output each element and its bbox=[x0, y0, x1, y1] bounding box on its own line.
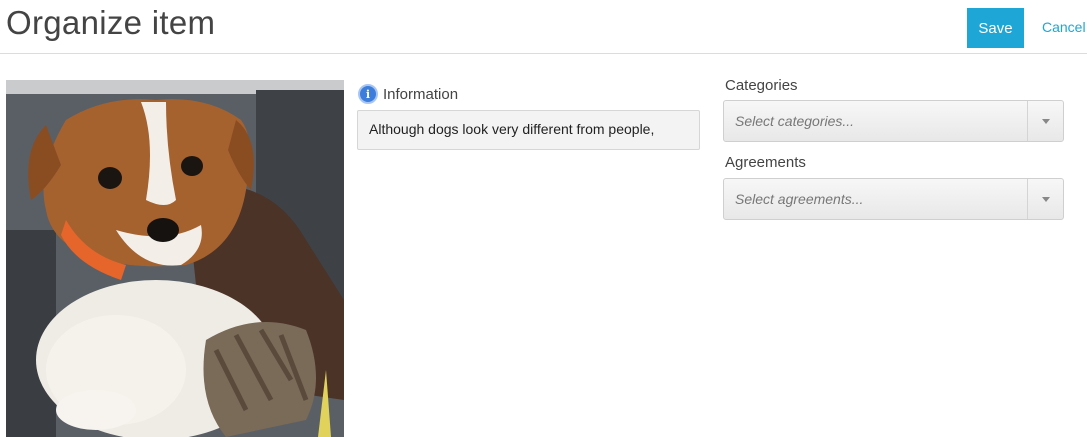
info-circle-icon[interactable]: i bbox=[358, 84, 378, 104]
page-header: Organize item Save Cancel bbox=[0, 0, 1087, 54]
cancel-link[interactable]: Cancel bbox=[1042, 19, 1086, 35]
chevron-down-icon[interactable] bbox=[1027, 101, 1063, 141]
information-label-row: i Information bbox=[358, 83, 458, 105]
agreements-label: Agreements bbox=[725, 154, 806, 171]
categories-placeholder: Select categories... bbox=[735, 113, 855, 129]
save-button[interactable]: Save bbox=[967, 8, 1024, 48]
item-photo bbox=[6, 80, 344, 437]
page-title: Organize item bbox=[6, 4, 216, 41]
categories-label: Categories bbox=[725, 77, 798, 94]
agreements-select[interactable]: Select agreements... bbox=[723, 178, 1064, 220]
categories-select[interactable]: Select categories... bbox=[723, 100, 1064, 142]
information-label: Information bbox=[383, 85, 459, 103]
agreements-placeholder: Select agreements... bbox=[735, 191, 864, 207]
puppy-image bbox=[6, 80, 344, 437]
information-field[interactable]: Although dogs look very different from p… bbox=[357, 110, 700, 150]
chevron-down-icon[interactable] bbox=[1027, 179, 1063, 219]
